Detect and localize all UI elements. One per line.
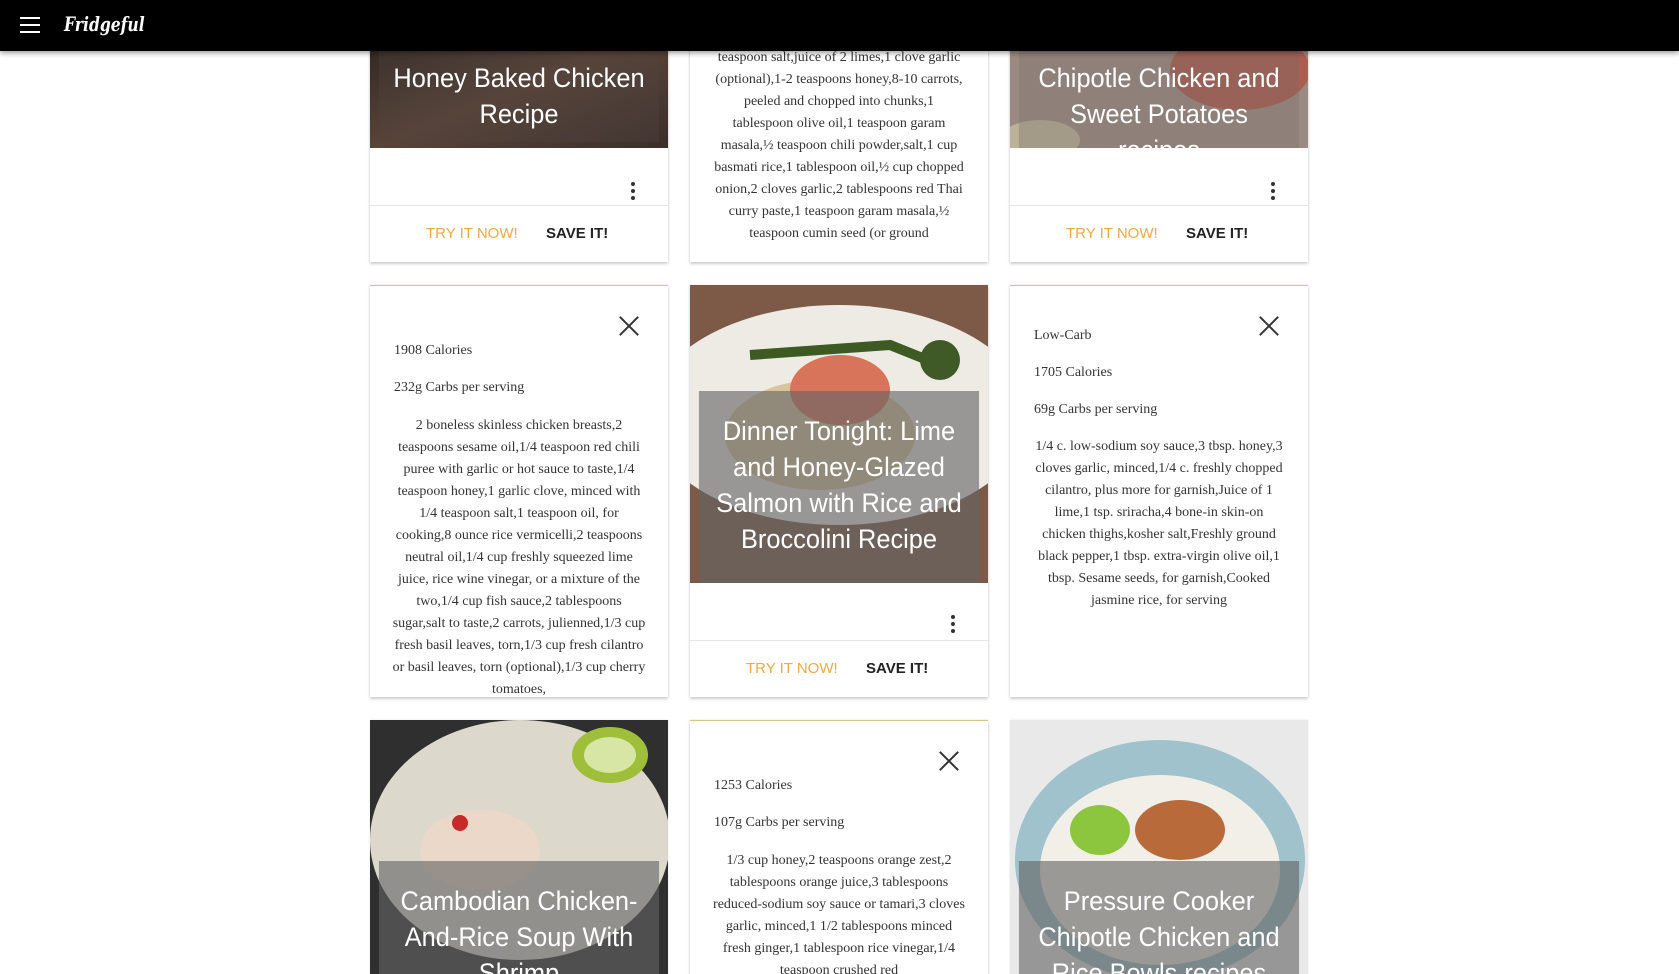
- card-top-edge: [690, 720, 988, 721]
- more-vert-icon[interactable]: [1270, 182, 1276, 200]
- card-top-edge: [370, 285, 668, 286]
- recipe-card: Pressure Cooker Chipotle Chicken and Ric…: [1010, 720, 1308, 974]
- recipe-card-reveal: 1908 Calories 232g Carbs per serving 2 b…: [370, 285, 668, 697]
- card-actions: TRY IT NOW! SAVE IT!: [1010, 205, 1308, 262]
- recipe-card: Chipotle Chicken and Sweet Potatoes reci…: [1010, 30, 1308, 262]
- more-vert-icon[interactable]: [950, 615, 956, 633]
- recipe-image[interactable]: Dinner Tonight: Lime and Honey-Glazed Sa…: [690, 285, 988, 583]
- recipe-image[interactable]: Pressure Cooker Chipotle Chicken and Ric…: [1010, 720, 1308, 974]
- save-it-button[interactable]: SAVE IT!: [546, 225, 608, 242]
- card-actions: TRY IT NOW! SAVE IT!: [370, 205, 668, 262]
- try-it-now-button[interactable]: TRY IT NOW!: [1066, 225, 1158, 242]
- recipe-title: Cambodian Chicken-And-Rice Soup With Shr…: [378, 861, 660, 974]
- try-it-now-button[interactable]: TRY IT NOW!: [426, 225, 518, 242]
- ingredients-text: 2 boneless skinless chicken breasts,2 te…: [392, 418, 646, 697]
- card-actions: TRY IT NOW! SAVE IT!: [690, 640, 988, 697]
- recipe-card: Honey Baked Chicken Recipe TRY IT NOW! S…: [370, 30, 668, 262]
- close-icon[interactable]: [618, 315, 640, 337]
- try-it-now-button[interactable]: TRY IT NOW!: [746, 660, 838, 677]
- save-it-button[interactable]: SAVE IT!: [1186, 225, 1248, 242]
- ingredients-text: 1/3 cup honey,2 teaspoons orange zest,2 …: [713, 853, 965, 974]
- recipe-card-reveal: teaspoon salt,juice of 2 limes,1 clove g…: [690, 30, 988, 262]
- carbs-text: 107g Carbs per serving: [714, 815, 845, 830]
- brand-logo[interactable]: Fridgeful: [64, 12, 145, 36]
- recipe-card: Dinner Tonight: Lime and Honey-Glazed Sa…: [690, 285, 988, 697]
- menu-icon[interactable]: [20, 17, 42, 34]
- recipe-card-reveal: Low-Carb 1705 Calories 69g Carbs per ser…: [1010, 285, 1308, 697]
- recipe-title: Honey Baked Chicken Recipe: [378, 50, 660, 142]
- recipe-title: Pressure Cooker Chipotle Chicken and Ric…: [1018, 861, 1300, 974]
- app-bar: Fridgeful: [0, 0, 1679, 51]
- recipe-image[interactable]: Cambodian Chicken-And-Rice Soup With Shr…: [370, 720, 668, 974]
- recipe-title: Chipotle Chicken and Sweet Potatoes reci…: [1018, 50, 1300, 148]
- calories-text: 1705 Calories: [1034, 365, 1113, 380]
- diet-label: Low-Carb: [1034, 328, 1092, 343]
- calories-text: 1908 Calories: [394, 343, 473, 358]
- recipe-card-reveal: 1253 Calories 107g Carbs per serving 1/3…: [690, 720, 988, 974]
- recipe-title: Dinner Tonight: Lime and Honey-Glazed Sa…: [698, 391, 980, 583]
- more-vert-icon[interactable]: [630, 182, 636, 200]
- carbs-text: 232g Carbs per serving: [394, 380, 525, 395]
- recipe-card: Cambodian Chicken-And-Rice Soup With Shr…: [370, 720, 668, 974]
- close-icon[interactable]: [1258, 315, 1280, 337]
- carbs-text: 69g Carbs per serving: [1034, 402, 1158, 417]
- ingredients-text: 1/4 c. low-sodium soy sauce,3 tbsp. hone…: [1035, 439, 1283, 608]
- card-top-edge: [1010, 285, 1308, 286]
- save-it-button[interactable]: SAVE IT!: [866, 660, 928, 677]
- close-icon[interactable]: [938, 750, 960, 772]
- ingredients-text: teaspoon salt,juice of 2 limes,1 clove g…: [714, 50, 964, 241]
- calories-text: 1253 Calories: [714, 778, 793, 793]
